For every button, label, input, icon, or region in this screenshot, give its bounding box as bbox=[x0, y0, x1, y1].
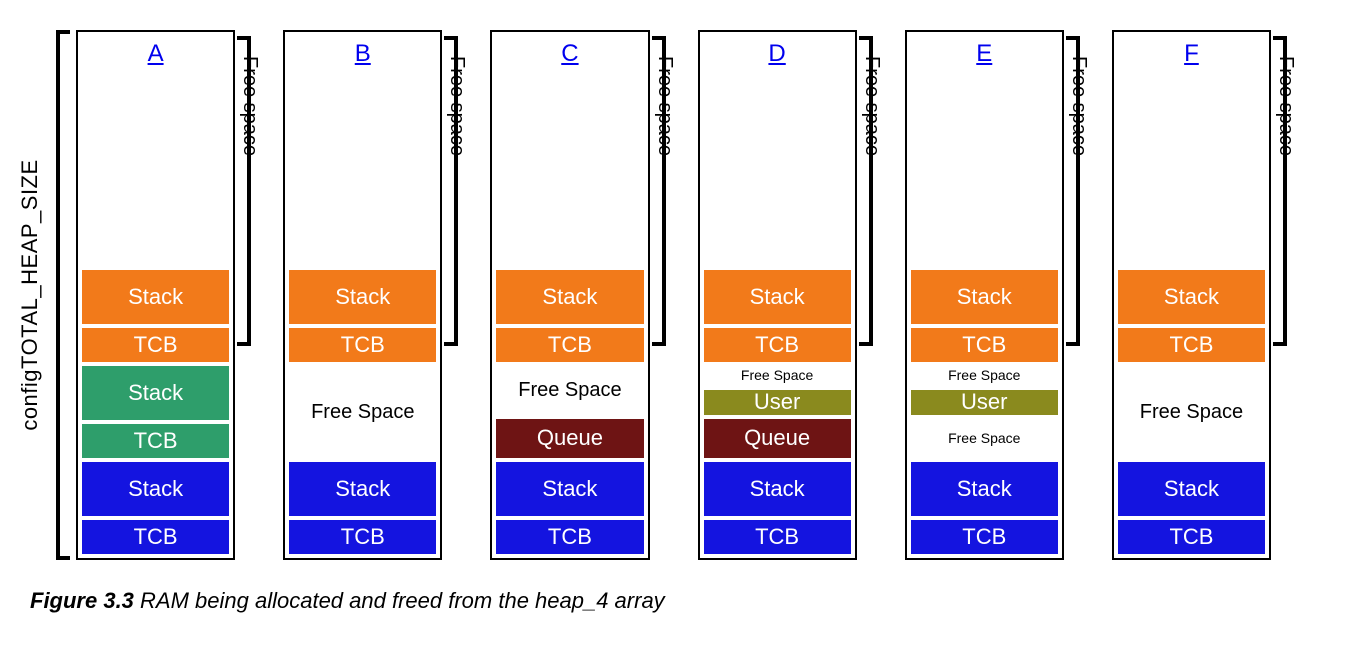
block-free-space: Free Space bbox=[702, 364, 853, 388]
block-tcb: TCB bbox=[494, 326, 645, 364]
block-free-space: Free Space bbox=[1116, 364, 1267, 460]
free-space-bracket: Free space bbox=[1066, 30, 1112, 560]
block-stack: Stack bbox=[80, 364, 231, 422]
free-space-bracket: Free space bbox=[237, 30, 283, 560]
block-empty bbox=[494, 76, 645, 268]
column-group-A: ATCBStackTCBStackTCBStackFree space bbox=[76, 30, 283, 560]
block-user: User bbox=[909, 388, 1060, 417]
block-stack: Stack bbox=[909, 268, 1060, 326]
free-space-bracket: Free space bbox=[859, 30, 905, 560]
free-space-bracket: Free space bbox=[1273, 30, 1319, 560]
free-space-bracket: Free space bbox=[444, 30, 490, 560]
block-stack: Stack bbox=[494, 460, 645, 518]
column-body: TCBStackFree SpaceUserFree SpaceTCBStack bbox=[907, 74, 1062, 558]
block-tcb: TCB bbox=[80, 326, 231, 364]
block-tcb: TCB bbox=[702, 326, 853, 364]
free-space-label: Free space bbox=[1067, 56, 1090, 156]
column-header: C bbox=[492, 32, 647, 74]
block-queue: Queue bbox=[702, 417, 853, 460]
column-group-B: BTCBStackFree SpaceTCBStackFree space bbox=[283, 30, 490, 560]
column-group-C: CTCBStackQueueFree SpaceTCBStackFree spa… bbox=[490, 30, 697, 560]
free-space-label: Free space bbox=[238, 56, 261, 156]
block-stack: Stack bbox=[80, 268, 231, 326]
block-stack: Stack bbox=[1116, 460, 1267, 518]
figure-caption: Figure 3.3 RAM being allocated and freed… bbox=[30, 588, 1319, 614]
left-axis: configTOTAL_HEAP_SIZE bbox=[30, 30, 66, 560]
block-tcb: TCB bbox=[287, 326, 438, 364]
column-header: A bbox=[78, 32, 233, 74]
heap-column-C: CTCBStackQueueFree SpaceTCBStack bbox=[490, 30, 649, 560]
block-empty bbox=[909, 76, 1060, 268]
block-stack: Stack bbox=[494, 268, 645, 326]
heap-column-A: ATCBStackTCBStackTCBStack bbox=[76, 30, 235, 560]
free-space-bracket: Free space bbox=[652, 30, 698, 560]
block-tcb: TCB bbox=[287, 518, 438, 556]
block-stack: Stack bbox=[702, 268, 853, 326]
column-header: B bbox=[285, 32, 440, 74]
heap-column-F: FTCBStackFree SpaceTCBStack bbox=[1112, 30, 1271, 560]
block-tcb: TCB bbox=[1116, 518, 1267, 556]
block-stack: Stack bbox=[1116, 268, 1267, 326]
free-space-label: Free space bbox=[445, 56, 468, 156]
block-stack: Stack bbox=[80, 460, 231, 518]
block-empty bbox=[702, 76, 853, 268]
block-free-space: Free Space bbox=[287, 364, 438, 460]
column-header: E bbox=[907, 32, 1062, 74]
block-tcb: TCB bbox=[494, 518, 645, 556]
column-body: TCBStackTCBStackTCBStack bbox=[78, 74, 233, 558]
column-group-D: DTCBStackQueueUserFree SpaceTCBStackFree… bbox=[698, 30, 905, 560]
left-bracket bbox=[56, 30, 70, 560]
figure-caption-text: RAM being allocated and freed from the h… bbox=[134, 588, 665, 613]
block-stack: Stack bbox=[702, 460, 853, 518]
columns: ATCBStackTCBStackTCBStackFree spaceBTCBS… bbox=[76, 30, 1319, 560]
free-space-label: Free space bbox=[1274, 56, 1297, 156]
block-tcb: TCB bbox=[1116, 326, 1267, 364]
block-tcb: TCB bbox=[80, 422, 231, 460]
free-space-label: Free space bbox=[860, 56, 883, 156]
block-tcb: TCB bbox=[80, 518, 231, 556]
block-empty bbox=[80, 76, 231, 268]
column-body: TCBStackQueueUserFree SpaceTCBStack bbox=[700, 74, 855, 558]
block-stack: Stack bbox=[287, 460, 438, 518]
block-free-space: Free Space bbox=[909, 417, 1060, 460]
block-empty bbox=[1116, 76, 1267, 268]
block-empty bbox=[287, 76, 438, 268]
figure: configTOTAL_HEAP_SIZE ATCBStackTCBStackT… bbox=[30, 30, 1319, 614]
heap-column-B: BTCBStackFree SpaceTCBStack bbox=[283, 30, 442, 560]
diagram-row: configTOTAL_HEAP_SIZE ATCBStackTCBStackT… bbox=[30, 30, 1319, 560]
column-group-E: ETCBStackFree SpaceUserFree SpaceTCBStac… bbox=[905, 30, 1112, 560]
heap-column-D: DTCBStackQueueUserFree SpaceTCBStack bbox=[698, 30, 857, 560]
free-space-label: Free space bbox=[653, 56, 676, 156]
block-free-space: Free Space bbox=[909, 364, 1060, 388]
block-tcb: TCB bbox=[702, 518, 853, 556]
column-body: TCBStackFree SpaceTCBStack bbox=[285, 74, 440, 558]
column-body: TCBStackQueueFree SpaceTCBStack bbox=[492, 74, 647, 558]
block-stack: Stack bbox=[287, 268, 438, 326]
column-header: D bbox=[700, 32, 855, 74]
column-body: TCBStackFree SpaceTCBStack bbox=[1114, 74, 1269, 558]
block-tcb: TCB bbox=[909, 518, 1060, 556]
block-user: User bbox=[702, 388, 853, 417]
block-queue: Queue bbox=[494, 417, 645, 460]
block-tcb: TCB bbox=[909, 326, 1060, 364]
block-free-space: Free Space bbox=[494, 364, 645, 417]
block-stack: Stack bbox=[909, 460, 1060, 518]
heap-column-E: ETCBStackFree SpaceUserFree SpaceTCBStac… bbox=[905, 30, 1064, 560]
column-group-F: FTCBStackFree SpaceTCBStackFree space bbox=[1112, 30, 1319, 560]
column-header: F bbox=[1114, 32, 1269, 74]
left-axis-label: configTOTAL_HEAP_SIZE bbox=[17, 159, 43, 430]
figure-number: Figure 3.3 bbox=[30, 588, 134, 613]
